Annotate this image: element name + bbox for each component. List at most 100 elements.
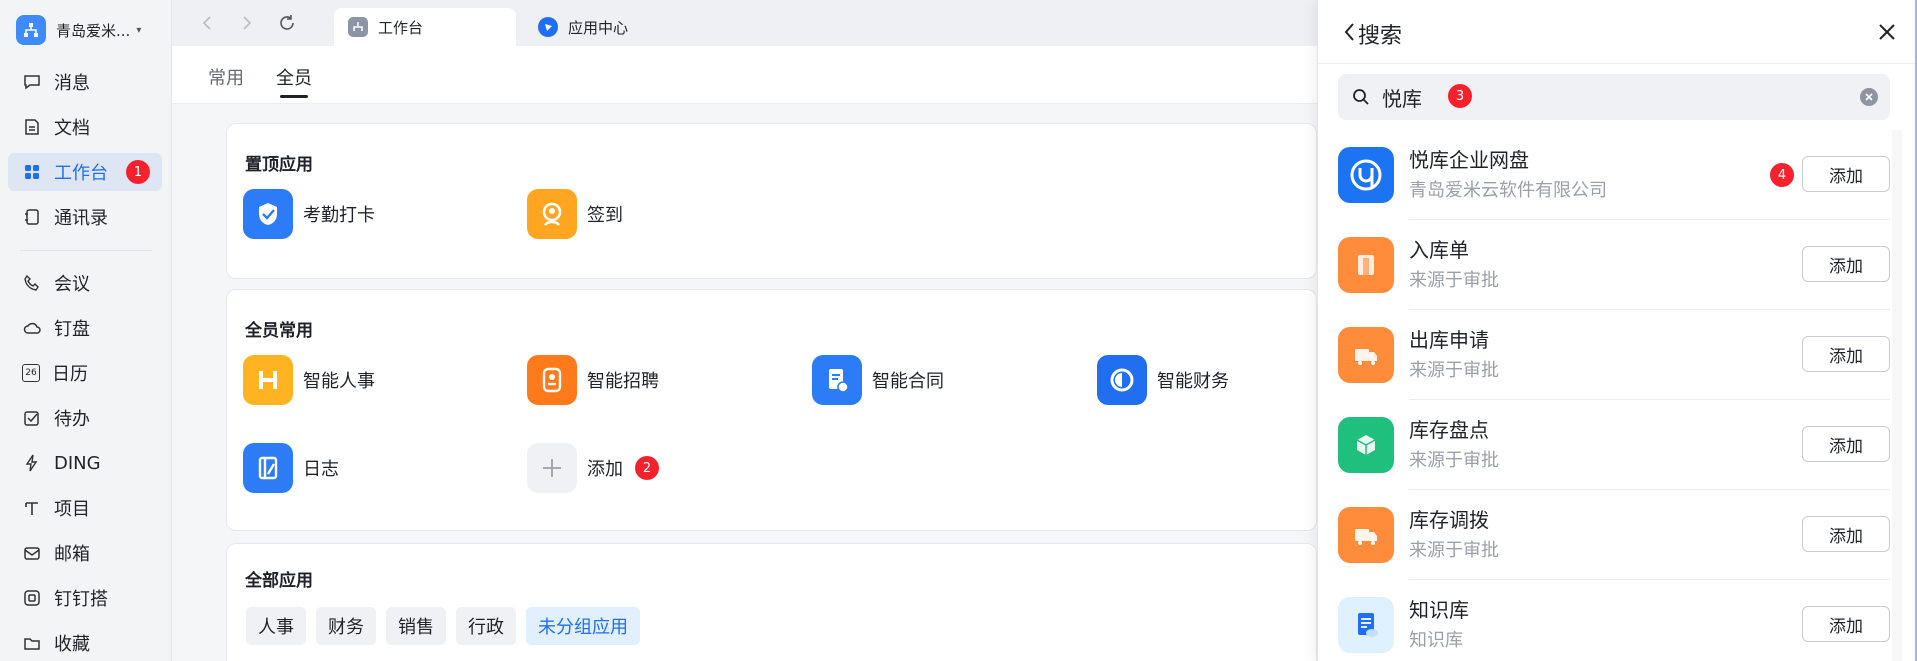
sidebar-item-meeting[interactable]: 会议 (8, 264, 162, 302)
sidebar-item-label: 邮箱 (54, 544, 90, 565)
sidebar-item-label: DING (54, 452, 101, 474)
pinned-apps-card: 置顶应用 考勤打卡 签到 (226, 123, 1317, 279)
sidebar-item-label: 项目 (54, 499, 90, 520)
org-logo-icon (16, 15, 46, 45)
workbench-tab-icon (348, 17, 368, 37)
result-name: 悦库企业网盘 (1409, 148, 1529, 172)
sidebar-item-ding[interactable]: DING (8, 444, 162, 482)
forward-arrow-icon[interactable] (236, 12, 258, 34)
category-chip-sales[interactable]: 销售 (386, 607, 446, 645)
sidebar-item-todo[interactable]: 待办 (8, 399, 162, 437)
sidebar-item-messages[interactable]: 消息 (8, 63, 162, 101)
search-result-item[interactable]: 库存调拨 来源于审批 添加 (1338, 490, 1890, 580)
workbench-main: 常用 全员 置顶应用 考勤打卡 签到 全员 常用 智能人事 智能招聘 智能合同 智… (172, 46, 1317, 661)
category-chip-hr[interactable]: 人事 (246, 607, 306, 645)
app-checkin[interactable]: 签到 (527, 189, 623, 239)
cloud-disk-icon (22, 318, 42, 338)
app-smart-hr[interactable]: 智能人事 (243, 355, 375, 405)
app-label: 添加 (587, 459, 623, 480)
close-icon[interactable] (1875, 20, 1899, 44)
tab-app-center[interactable]: 应用中心 (524, 8, 704, 46)
org-switcher[interactable]: 青岛爱米... ▾ (16, 14, 141, 46)
app-smart-recruit[interactable]: 智能招聘 (527, 355, 659, 405)
smart-contract-icon (812, 355, 862, 405)
sidebar-item-project[interactable]: 项目 (8, 489, 162, 527)
category-chip-finance[interactable]: 财务 (316, 607, 376, 645)
add-app-button[interactable]: 添加 (1802, 336, 1890, 372)
search-panel: 搜索 3 悦库企业网盘 青岛爱米云软件有限公司 4 添加 入库单 来源于审批 添… (1317, 0, 1917, 661)
search-input[interactable] (1382, 85, 1802, 109)
mail-icon (22, 543, 42, 563)
category-chip-admin[interactable]: 行政 (456, 607, 516, 645)
meeting-icon (22, 273, 42, 293)
sidebar-item-cloud-disk[interactable]: 钉盘 (8, 309, 162, 347)
add-app-button[interactable]: 添加 (1802, 246, 1890, 282)
sidebar-item-docs[interactable]: 文档 (8, 108, 162, 146)
app-smart-finance[interactable]: 智能财务 (1097, 355, 1229, 405)
search-box[interactable] (1338, 74, 1890, 120)
sidebar-divider (20, 250, 152, 251)
result-name: 入库单 (1409, 238, 1469, 262)
sidebar-item-calendar[interactable]: 26 日历 (8, 354, 162, 392)
result-source: 来源于审批 (1409, 450, 1499, 471)
ding-icon (22, 453, 42, 473)
workbench-icon (22, 162, 42, 182)
common-apps-card: 全员常用 智能人事 智能招聘 智能合同 智能财务 日志 添加 2 (226, 289, 1317, 531)
sidebar-item-label: 工作台 (54, 163, 108, 184)
section-title: 置顶应用 (245, 155, 313, 175)
tab-workbench[interactable]: 工作台 (334, 8, 516, 46)
search-panel-header: 搜索 (1318, 0, 1917, 64)
subtab-active-indicator (280, 95, 308, 98)
subtab-common[interactable]: 常用 (208, 64, 244, 90)
app-add[interactable]: 添加 (527, 443, 623, 493)
tab-label: 应用中心 (568, 18, 629, 37)
search-result-item[interactable]: 出库申请 来源于审批 添加 (1338, 310, 1890, 400)
back-arrow-icon[interactable] (196, 12, 218, 34)
subtab-all-staff[interactable]: 全员 (276, 64, 312, 90)
checkin-icon (527, 189, 577, 239)
clear-search-icon[interactable] (1860, 88, 1878, 106)
app-label: 智能招聘 (587, 371, 659, 392)
app-attendance[interactable]: 考勤打卡 (243, 189, 375, 239)
sidebar-item-label: 通讯录 (54, 208, 108, 229)
add-app-button[interactable]: 添加 (1802, 516, 1890, 552)
sidebar-item-builder[interactable]: 钉钉搭 (8, 579, 162, 617)
sidebar-item-label: 文档 (54, 118, 90, 139)
smart-hr-icon (243, 355, 293, 405)
log-icon (243, 443, 293, 493)
app-center-tab-icon (538, 17, 558, 37)
search-result-item[interactable]: 知识库 知识库 添加 (1338, 580, 1890, 661)
sidebar-item-mail[interactable]: 邮箱 (8, 534, 162, 572)
search-result-item[interactable]: 库存盘点 来源于审批 添加 (1338, 400, 1890, 490)
search-result-item[interactable]: 入库单 来源于审批 添加 (1338, 220, 1890, 310)
message-icon (22, 72, 42, 92)
sidebar: 青岛爱米... ▾ 消息 文档 工作台 1 通讯录 会议 钉盘 26 日历 待办… (0, 0, 172, 661)
result-name: 出库申请 (1409, 328, 1489, 352)
search-results-scrollbar[interactable] (1892, 130, 1902, 661)
org-name: 青岛爱米... (56, 21, 131, 40)
sidebar-item-label: 钉盘 (54, 319, 90, 340)
app-smart-contract[interactable]: 智能合同 (812, 355, 944, 405)
knowledge-base-icon (1338, 597, 1394, 653)
result-source: 知识库 (1409, 630, 1463, 651)
add-app-button[interactable]: 添加 (1802, 606, 1890, 642)
sidebar-item-favorites[interactable]: 收藏 (8, 624, 162, 661)
sidebar-item-label: 收藏 (54, 634, 90, 655)
result-name: 知识库 (1409, 598, 1469, 622)
app-log[interactable]: 日志 (243, 443, 339, 493)
result-source: 青岛爱米云软件有限公司 (1409, 180, 1607, 201)
add-app-button[interactable]: 添加 (1802, 156, 1890, 192)
app-label: 考勤打卡 (303, 205, 375, 226)
search-panel-title: 搜索 (1358, 24, 1403, 49)
search-result-item[interactable]: 悦库企业网盘 青岛爱米云软件有限公司 4 添加 (1338, 130, 1890, 220)
step-badge: 2 (635, 456, 659, 480)
category-chip-ungrouped[interactable]: 未分组应用 (526, 607, 640, 645)
plus-icon (527, 443, 577, 493)
chevron-left-icon[interactable] (1338, 20, 1360, 44)
sidebar-item-label: 待办 (54, 409, 90, 430)
add-app-button[interactable]: 添加 (1802, 426, 1890, 462)
sidebar-item-contacts[interactable]: 通讯录 (8, 198, 162, 236)
refresh-icon[interactable] (276, 12, 298, 34)
step-badge: 1 (126, 160, 150, 184)
workbench-subtabs: 常用 全员 (172, 46, 1317, 104)
